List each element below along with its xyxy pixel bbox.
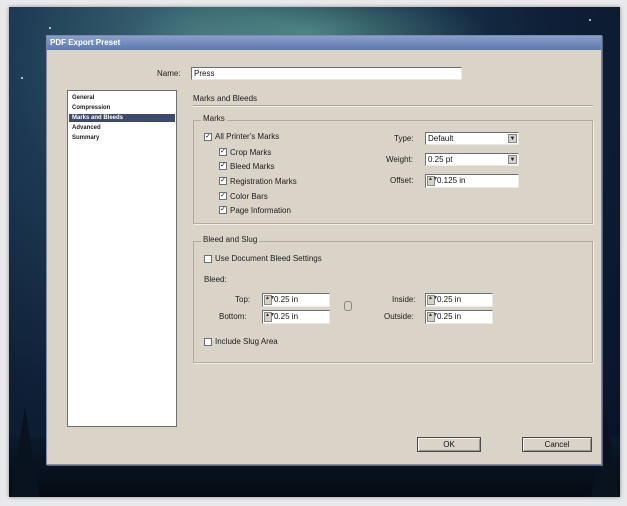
bleed-bottom-value: 0.25 in [274,312,299,321]
type-label: Type: [394,134,414,143]
weight-select[interactable]: 0.25 pt ▼ [425,153,519,166]
category-list: General Compression Marks and Bleeds Adv… [67,90,177,427]
bleed-inside-stepper[interactable]: ▲▼ 0.25 in [425,293,493,307]
name-label: Name: [157,69,181,78]
spin-arrows-icon[interactable]: ▲▼ [427,176,438,186]
chevron-down-icon[interactable]: ▼ [508,134,517,143]
weight-label: Weight: [386,155,413,164]
page-information-label[interactable]: Page Information [230,206,291,215]
spin-arrows-icon[interactable]: ▲▼ [264,295,275,305]
marks-group-title: Marks [201,114,227,123]
bleed-marks-checkbox[interactable]: ✓ [219,162,227,170]
bleed-top-stepper[interactable]: ▲▼ 0.25 in [262,293,330,307]
use-document-bleed-label[interactable]: Use Document Bleed Settings [215,254,322,263]
include-slug-area-label[interactable]: Include Slug Area [215,337,278,346]
sidebar-item-marks-and-bleeds[interactable]: Marks and Bleeds [69,114,175,122]
color-bars-checkbox[interactable]: ✓ [219,192,227,200]
include-slug-area-checkbox[interactable] [204,338,212,346]
section-title: Marks and Bleeds [193,94,258,103]
registration-marks-checkbox[interactable]: ✓ [219,177,227,185]
pdf-export-preset-dialog: PDF Export Preset Name: Press General Co… [46,35,602,465]
section-divider [193,105,593,107]
bleed-label: Bleed: [204,275,227,284]
inside-label: Inside: [392,295,416,304]
use-document-bleed-checkbox[interactable] [204,255,212,263]
sidebar-item-summary[interactable]: Summary [69,134,175,142]
all-printers-marks-label[interactable]: All Printer's Marks [215,132,279,141]
bleed-inside-value: 0.25 in [437,295,462,304]
sidebar-item-compression[interactable]: Compression [69,104,175,112]
chain-link-icon[interactable] [344,301,352,311]
spin-arrows-icon[interactable]: ▲▼ [264,312,275,322]
offset-label: Offset: [390,176,414,185]
bleed-and-slug-group-title: Bleed and Slug [201,235,260,244]
spin-arrows-icon[interactable]: ▲▼ [427,312,438,322]
star [589,19,591,21]
top-label: Top: [235,295,251,304]
star [21,77,23,79]
page-information-checkbox[interactable]: ✓ [219,206,227,214]
all-printers-marks-checkbox[interactable]: ✓ [204,133,212,141]
offset-value: 0.125 in [437,176,466,185]
crop-marks-checkbox[interactable]: ✓ [219,148,227,156]
type-select-value: Default [428,134,454,143]
bleed-outside-stepper[interactable]: ▲▼ 0.25 in [425,310,493,324]
outside-label: Outside: [384,312,414,321]
bleed-top-value: 0.25 in [274,295,299,304]
registration-marks-label[interactable]: Registration Marks [230,177,297,186]
bottom-label: Bottom: [219,312,247,321]
color-bars-label[interactable]: Color Bars [230,192,268,201]
bleed-outside-value: 0.25 in [437,312,462,321]
bleed-bottom-stepper[interactable]: ▲▼ 0.25 in [262,310,330,324]
chevron-down-icon[interactable]: ▼ [508,155,517,164]
star [49,27,51,29]
spin-arrows-icon[interactable]: ▲▼ [427,295,438,305]
crop-marks-label[interactable]: Crop Marks [230,148,271,157]
ok-button[interactable]: OK [417,437,481,452]
offset-stepper[interactable]: ▲▼ 0.125 in [425,174,519,188]
sidebar-item-general[interactable]: General [69,94,175,102]
type-select[interactable]: Default ▼ [425,132,519,145]
dialog-title: PDF Export Preset [47,36,601,50]
cancel-button[interactable]: Cancel [522,437,592,452]
sidebar-item-advanced[interactable]: Advanced [69,124,175,132]
bleed-marks-label[interactable]: Bleed Marks [230,162,274,171]
tree-silhouette [11,407,39,497]
name-input[interactable]: Press [191,67,462,80]
weight-select-value: 0.25 pt [428,155,453,164]
desktop-background: PDF Export Preset Name: Press General Co… [9,7,620,497]
